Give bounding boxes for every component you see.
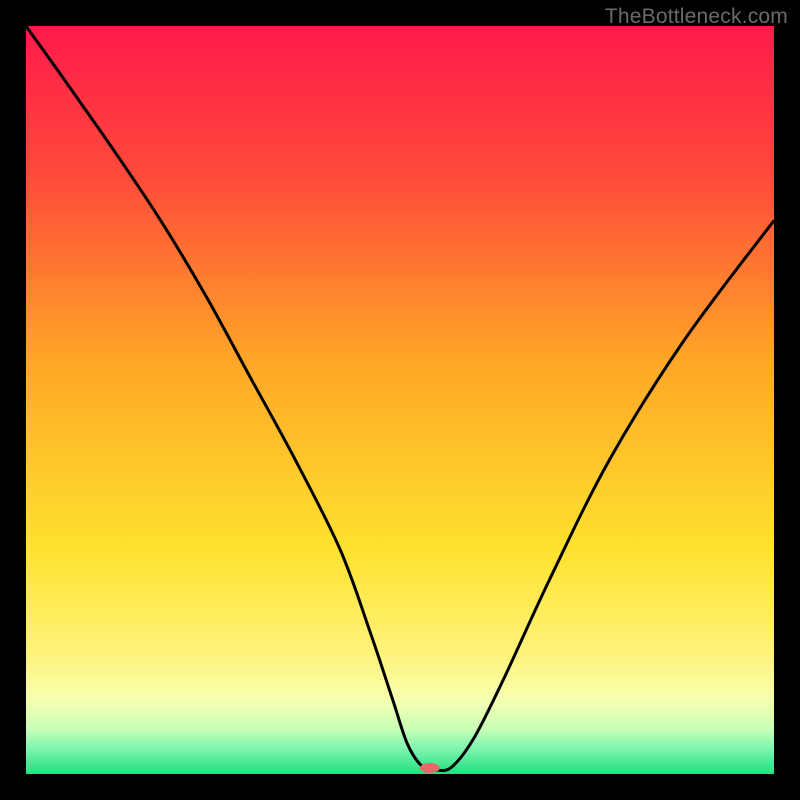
chart-plot-area [26,26,774,774]
chart-svg [26,26,774,774]
chart-background [26,26,774,774]
minimum-marker [420,763,440,773]
chart-frame: TheBottleneck.com [0,0,800,800]
